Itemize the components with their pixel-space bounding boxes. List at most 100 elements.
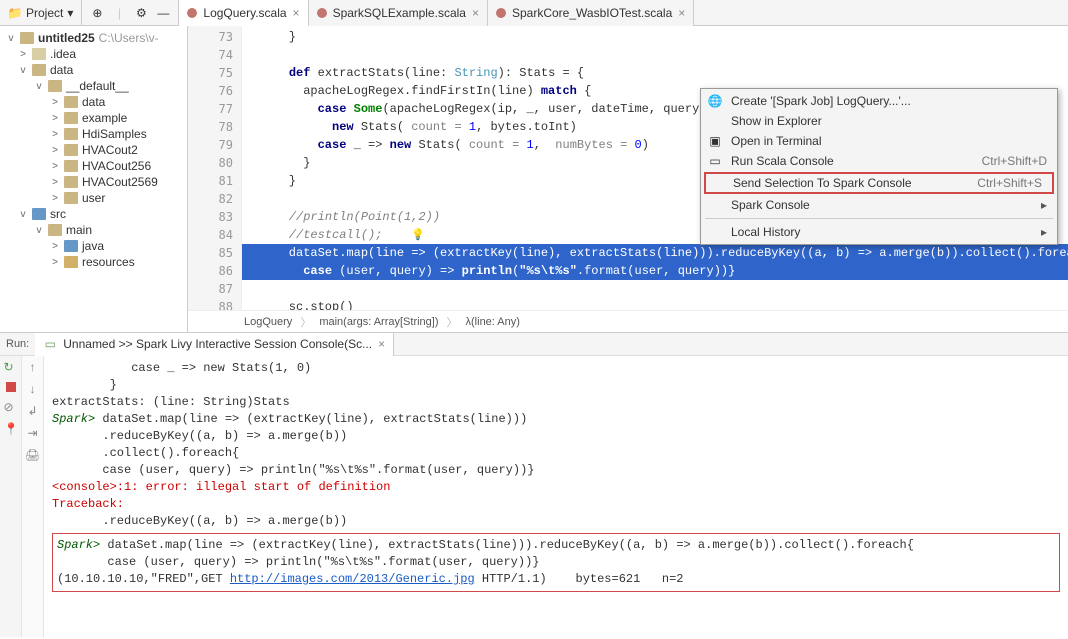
stop-icon[interactable] xyxy=(6,382,16,392)
menu-icon: 🌐 xyxy=(707,94,723,108)
chevron-icon[interactable]: > xyxy=(50,241,60,252)
pin-icon[interactable]: 📍 xyxy=(4,422,18,436)
chevron-icon[interactable]: v xyxy=(34,225,44,236)
code-line[interactable]: dataSet.map(line => (extractKey(line), e… xyxy=(242,244,1068,262)
tree-item-label: data xyxy=(50,63,73,77)
wrap-icon[interactable]: ↲ xyxy=(27,404,37,418)
close-icon[interactable]: × xyxy=(678,6,685,20)
tree-item[interactable]: > example xyxy=(0,110,187,126)
console-output[interactable]: case _ => new Stats(1, 0) }extractStats:… xyxy=(44,356,1068,637)
gear-icon[interactable]: ⚙ xyxy=(134,6,148,20)
chevron-down-icon: ▾ xyxy=(67,6,73,20)
run-toolbar-outer: ↻ ⊘ 📍 xyxy=(0,356,22,637)
mute-icon[interactable]: ⊘ xyxy=(4,400,18,414)
up-icon[interactable]: ↑ xyxy=(30,360,36,374)
menu-item[interactable]: ▭Run Scala ConsoleCtrl+Shift+D xyxy=(701,151,1057,171)
chevron-icon[interactable]: > xyxy=(50,161,60,172)
chevron-icon[interactable]: > xyxy=(18,49,28,60)
menu-item[interactable]: Local History▸ xyxy=(701,222,1057,242)
tree-item[interactable]: v data xyxy=(0,62,187,78)
folder-icon xyxy=(64,256,78,268)
tree-item[interactable]: > data xyxy=(0,94,187,110)
chevron-icon[interactable]: > xyxy=(50,113,60,124)
link[interactable]: http://images.com/2013/Generic.jpg xyxy=(230,572,475,586)
tree-item[interactable]: v __default__ xyxy=(0,78,187,94)
tree-item-label: __default__ xyxy=(66,79,129,93)
chevron-icon[interactable]: v xyxy=(18,209,28,220)
chevron-icon[interactable]: > xyxy=(50,145,60,156)
editor-tab[interactable]: LogQuery.scala × xyxy=(179,0,308,26)
tree-item[interactable]: > java xyxy=(0,238,187,254)
chevron-icon[interactable]: > xyxy=(50,129,60,140)
editor-tab-strip: LogQuery.scala × SparkSQLExample.scala ×… xyxy=(179,0,694,25)
tree-item-label: example xyxy=(82,111,127,125)
tree-item[interactable]: > HVACout2569 xyxy=(0,174,187,190)
tree-item[interactable]: > HVACout256 xyxy=(0,158,187,174)
code-line[interactable]: sc.stop() xyxy=(242,298,1068,310)
code-line[interactable] xyxy=(242,280,1068,298)
tree-item[interactable]: v main xyxy=(0,222,187,238)
chevron-icon[interactable]: > xyxy=(50,177,60,188)
folder-icon xyxy=(64,240,78,252)
code-line[interactable]: case (user, query) => println("%s\t%s".f… xyxy=(242,262,1068,280)
tree-item[interactable]: > HVACout2 xyxy=(0,142,187,158)
chevron-icon[interactable]: > xyxy=(50,193,60,204)
down-icon[interactable]: ↓ xyxy=(30,382,36,396)
tab-label: SparkCore_WasbIOTest.scala xyxy=(512,6,672,20)
menu-item[interactable]: Show in Explorer xyxy=(701,111,1057,131)
editor-tab[interactable]: SparkSQLExample.scala × xyxy=(309,0,488,26)
close-icon[interactable]: × xyxy=(293,6,300,20)
close-icon[interactable]: × xyxy=(472,6,479,20)
tab-label: LogQuery.scala xyxy=(203,6,286,20)
chevron-icon[interactable]: v xyxy=(34,81,44,92)
breadcrumb-item[interactable]: λ(line: Any) xyxy=(466,316,520,328)
folder-icon xyxy=(48,224,62,236)
menu-shortcut: Ctrl+Shift+D xyxy=(982,154,1047,168)
chevron-icon[interactable]: v xyxy=(18,65,28,76)
menu-item[interactable]: Spark Console▸ xyxy=(701,195,1057,215)
chevron-icon[interactable]: > xyxy=(50,97,60,108)
tree-root-path: C:\Users\v- xyxy=(99,31,159,45)
restart-icon[interactable]: ↻ xyxy=(4,360,18,374)
breadcrumb-item[interactable]: main(args: Array[String]) xyxy=(319,316,438,328)
console-line: case _ => new Stats(1, 0) xyxy=(52,360,1060,377)
breadcrumb-item[interactable]: LogQuery xyxy=(244,316,292,328)
run-panel: Run: ▭ Unnamed >> Spark Livy Interactive… xyxy=(0,332,1068,637)
chevron-right-icon: 〉 xyxy=(300,314,311,330)
menu-item[interactable]: ▣Open in Terminal xyxy=(701,131,1057,151)
tree-item[interactable]: v src xyxy=(0,206,187,222)
breadcrumb[interactable]: LogQuery〉main(args: Array[String])〉λ(lin… xyxy=(188,310,1068,332)
code-line[interactable]: } xyxy=(242,28,1068,46)
collapse-icon[interactable]: ⊕ xyxy=(90,6,104,20)
folder-icon xyxy=(20,32,34,44)
folder-icon xyxy=(64,160,78,172)
hide-icon[interactable]: — xyxy=(156,6,170,20)
scroll-icon[interactable]: ⇥ xyxy=(27,426,37,440)
submenu-arrow-icon: ▸ xyxy=(1041,225,1047,239)
console-line: extractStats: (line: String)Stats xyxy=(52,394,1060,411)
close-icon[interactable]: × xyxy=(378,337,385,351)
project-tree[interactable]: v untitled25 C:\Users\v- > .ideav datav … xyxy=(0,26,188,332)
tree-root[interactable]: v untitled25 C:\Users\v- xyxy=(0,30,187,46)
console-line: Traceback: xyxy=(52,496,1060,513)
print-icon[interactable]: 🖨 xyxy=(25,448,40,462)
project-label: Project xyxy=(26,6,63,20)
folder-icon xyxy=(32,48,46,60)
tree-item[interactable]: > .idea xyxy=(0,46,187,62)
tree-item[interactable]: > HdiSamples xyxy=(0,126,187,142)
scala-icon xyxy=(187,8,197,18)
tree-item[interactable]: > user xyxy=(0,190,187,206)
tab-label: SparkSQLExample.scala xyxy=(333,6,466,20)
chevron-down-icon[interactable]: v xyxy=(6,33,16,44)
run-tab[interactable]: ▭ Unnamed >> Spark Livy Interactive Sess… xyxy=(35,333,394,356)
run-label: Run: xyxy=(0,338,35,350)
menu-item[interactable]: Send Selection To Spark ConsoleCtrl+Shif… xyxy=(706,174,1052,192)
code-line[interactable] xyxy=(242,46,1068,64)
console-line: Spark> dataSet.map(line => (extractKey(l… xyxy=(57,537,1055,554)
editor-tab[interactable]: SparkCore_WasbIOTest.scala × xyxy=(488,0,694,26)
project-selector[interactable]: 📁 Project ▾ xyxy=(0,0,82,25)
menu-item[interactable]: 🌐Create '[Spark Job] LogQuery...'... xyxy=(701,91,1057,111)
chevron-icon[interactable]: > xyxy=(50,257,60,268)
code-line[interactable]: def extractStats(line: String): Stats = … xyxy=(242,64,1068,82)
tree-item[interactable]: > resources xyxy=(0,254,187,270)
